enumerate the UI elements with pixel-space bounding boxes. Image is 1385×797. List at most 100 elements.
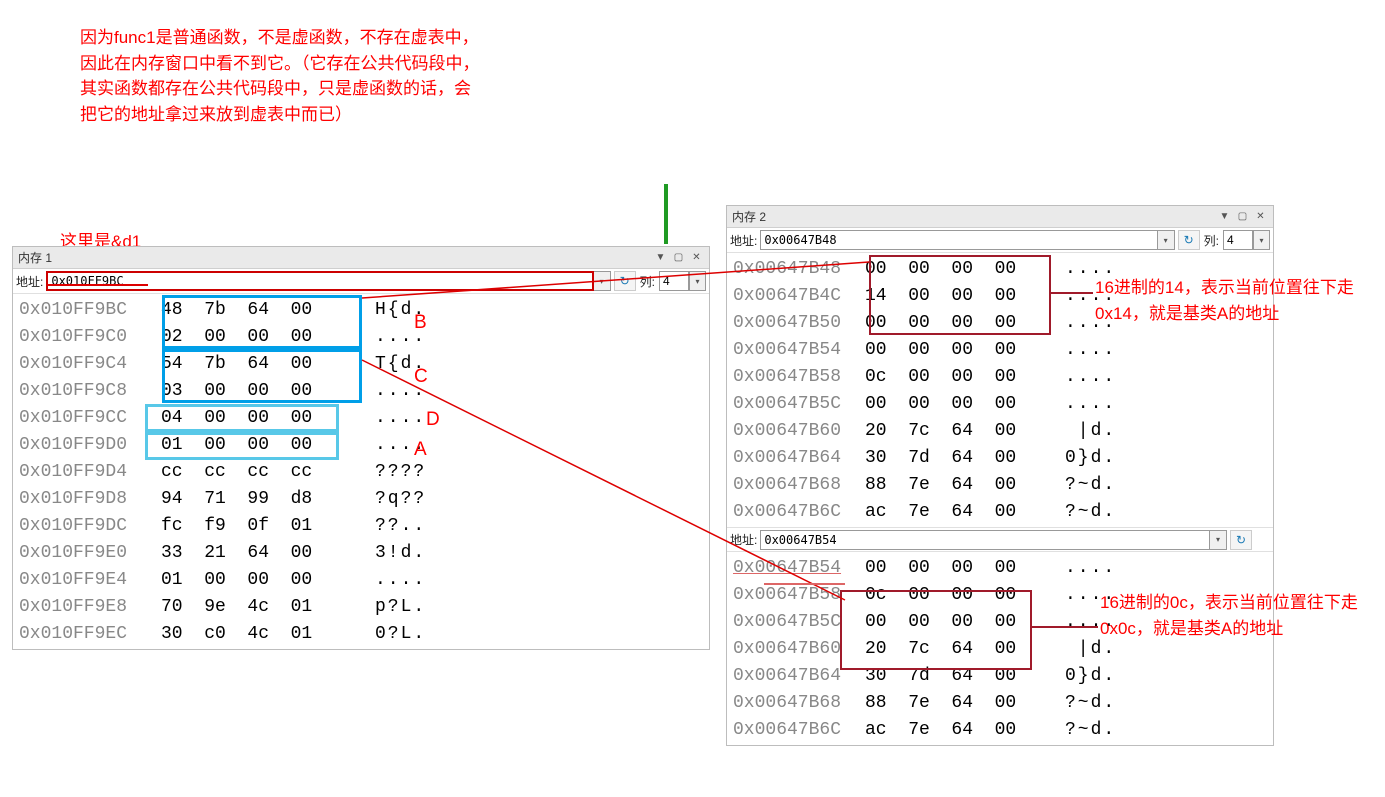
mem-addr: 0x010FF9E0 bbox=[13, 543, 161, 563]
mem-ascii: 0}d. bbox=[1055, 448, 1116, 468]
mem-hex: 00 00 00 00 bbox=[865, 259, 1055, 279]
refresh-button-2b[interactable]: ↻ bbox=[1230, 530, 1252, 550]
address-label: 地址: bbox=[16, 273, 43, 290]
mem-addr: 0x010FF9BC bbox=[13, 300, 161, 320]
mem-ascii: 0?L. bbox=[361, 624, 426, 644]
mem-ascii: ???? bbox=[361, 462, 426, 482]
mem-hex: 00 00 00 00 bbox=[865, 394, 1055, 414]
memory-row: 0x00647B6888 7e 64 00?~d. bbox=[727, 471, 1273, 498]
mem-ascii: 3!d. bbox=[361, 543, 426, 563]
mem-ascii: .... bbox=[1055, 367, 1116, 387]
memory-row: 0x00647B6430 7d 64 000}d. bbox=[727, 662, 1273, 689]
mem-hex: 88 7e 64 00 bbox=[865, 475, 1055, 495]
columns-label: 列: bbox=[640, 273, 655, 290]
memory-row: 0x00647B6888 7e 64 00?~d. bbox=[727, 689, 1273, 716]
mem-ascii: |d. bbox=[1055, 639, 1116, 659]
panel-1-dropdown-icon[interactable]: ▼ bbox=[653, 250, 668, 265]
memory-row: 0x010FF9EC30 c0 4c 010?L. bbox=[13, 620, 709, 647]
mem-addr: 0x00647B58 bbox=[727, 585, 865, 605]
memory-row: 0x00647B580c 00 00 00.... bbox=[727, 363, 1273, 390]
refresh-button[interactable]: ↻ bbox=[614, 271, 636, 291]
mem-ascii: ?~d. bbox=[1055, 475, 1116, 495]
memory-row: 0x010FF9E033 21 64 003!d. bbox=[13, 539, 709, 566]
mem-hex: 30 c0 4c 01 bbox=[161, 624, 361, 644]
mem-addr: 0x010FF9E8 bbox=[13, 597, 161, 617]
mem-addr: 0x010FF9E4 bbox=[13, 570, 161, 590]
mem-ascii: ?~d. bbox=[1055, 720, 1116, 740]
panel-2-pin-icon[interactable]: ▢ bbox=[1235, 209, 1250, 224]
mem-ascii: p?L. bbox=[361, 597, 426, 617]
mem-hex: 30 7d 64 00 bbox=[865, 666, 1055, 686]
address-dropdown-icon-2b[interactable]: ▾ bbox=[1210, 530, 1227, 550]
mem-addr: 0x010FF9DC bbox=[13, 516, 161, 536]
mem-ascii: .... bbox=[1055, 340, 1116, 360]
splitter-bar[interactable] bbox=[664, 184, 668, 244]
memory-row: 0x00647B6020 7c 64 00 |d. bbox=[727, 417, 1273, 444]
memory-row: 0x00647B6430 7d 64 000}d. bbox=[727, 444, 1273, 471]
mem-addr: 0x00647B64 bbox=[727, 448, 865, 468]
mem-addr: 0x00647B6C bbox=[727, 502, 865, 522]
memory-row: 0x010FF9DCfc f9 0f 01??.. bbox=[13, 512, 709, 539]
refresh-button-2a[interactable]: ↻ bbox=[1178, 230, 1200, 250]
memory-row: 0x00647B6Cac 7e 64 00?~d. bbox=[727, 498, 1273, 525]
mem-hex: 03 00 00 00 bbox=[161, 381, 361, 401]
memory-panel-1: 内存 1 ▼ ▢ ✕ 地址: ▾ ↻ 列: ▾ 0x010FF9BC48 7b … bbox=[12, 246, 710, 650]
mem-hex: 20 7c 64 00 bbox=[865, 639, 1055, 659]
address-label-2b: 地址: bbox=[730, 531, 757, 548]
panel-2-close-icon[interactable]: ✕ bbox=[1253, 209, 1268, 224]
panel-2-title: 内存 2 bbox=[732, 208, 766, 225]
address-input-1[interactable] bbox=[46, 271, 593, 291]
mem-addr: 0x010FF9EC bbox=[13, 624, 161, 644]
address-label-2a: 地址: bbox=[730, 232, 757, 249]
memory-row: 0x00647B6Cac 7e 64 00?~d. bbox=[727, 716, 1273, 743]
mem-addr: 0x010FF9C4 bbox=[13, 354, 161, 374]
mem-hex: ac 7e 64 00 bbox=[865, 720, 1055, 740]
mem-hex: 70 9e 4c 01 bbox=[161, 597, 361, 617]
memory-1-body: 0x010FF9BC48 7b 64 00H{d.0x010FF9C002 00… bbox=[13, 294, 709, 649]
mem-hex: 88 7e 64 00 bbox=[865, 693, 1055, 713]
mem-addr: 0x00647B68 bbox=[727, 475, 865, 495]
address-input-2b[interactable] bbox=[760, 530, 1210, 550]
memory-row: 0x010FF9CC04 00 00 00.... bbox=[13, 404, 709, 431]
struct-label-b: B bbox=[414, 312, 427, 334]
mem-addr: 0x00647B6C bbox=[727, 720, 865, 740]
panel-1-title: 内存 1 bbox=[18, 249, 52, 266]
memory-row: 0x010FF9C803 00 00 00.... bbox=[13, 377, 709, 404]
memory-row: 0x010FF9D894 71 99 d8?q?? bbox=[13, 485, 709, 512]
memory-row: 0x010FF9C002 00 00 00.... bbox=[13, 323, 709, 350]
address-input-2a[interactable] bbox=[760, 230, 1157, 250]
mem-addr: 0x00647B54 bbox=[727, 340, 865, 360]
mem-addr: 0x00647B4C bbox=[727, 286, 865, 306]
mem-addr: 0x00647B54 bbox=[727, 558, 865, 578]
mem-ascii: ??.. bbox=[361, 516, 426, 536]
mem-addr: 0x010FF9C8 bbox=[13, 381, 161, 401]
panel-1-pin-icon[interactable]: ▢ bbox=[671, 250, 686, 265]
mem-hex: 0c 00 00 00 bbox=[865, 585, 1055, 605]
panel-1-address-bar: 地址: ▾ ↻ 列: ▾ bbox=[13, 269, 709, 294]
columns-dropdown-icon[interactable]: ▾ bbox=[689, 271, 706, 291]
panel-2-dropdown-icon[interactable]: ▼ bbox=[1217, 209, 1232, 224]
mem-hex: cc cc cc cc bbox=[161, 462, 361, 482]
panel-2b-address-bar: 地址: ▾ ↻ bbox=[727, 527, 1273, 552]
panel-1-close-icon[interactable]: ✕ bbox=[689, 250, 704, 265]
columns-dropdown-icon-2a[interactable]: ▾ bbox=[1253, 230, 1270, 250]
mem-addr: 0x00647B60 bbox=[727, 421, 865, 441]
mem-hex: 33 21 64 00 bbox=[161, 543, 361, 563]
mem-addr: 0x010FF9C0 bbox=[13, 327, 161, 347]
columns-input-2a[interactable] bbox=[1223, 230, 1253, 250]
address-dropdown-icon[interactable]: ▾ bbox=[594, 271, 611, 291]
columns-label-2a: 列: bbox=[1204, 232, 1219, 249]
struct-label-a: A bbox=[414, 439, 427, 461]
mem-ascii: 0}d. bbox=[1055, 666, 1116, 686]
mem-hex: ac 7e 64 00 bbox=[865, 502, 1055, 522]
struct-label-d: D bbox=[426, 409, 440, 431]
mem-hex: 04 00 00 00 bbox=[161, 408, 361, 428]
mem-addr: 0x00647B68 bbox=[727, 693, 865, 713]
address-dropdown-icon-2a[interactable]: ▾ bbox=[1158, 230, 1175, 250]
mem-addr: 0x010FF9D4 bbox=[13, 462, 161, 482]
mem-hex: 54 7b 64 00 bbox=[161, 354, 361, 374]
mem-addr: 0x00647B5C bbox=[727, 394, 865, 414]
memory-row: 0x00647B5400 00 00 00.... bbox=[727, 336, 1273, 363]
columns-input-1[interactable] bbox=[659, 271, 689, 291]
mem-hex: 00 00 00 00 bbox=[865, 612, 1055, 632]
